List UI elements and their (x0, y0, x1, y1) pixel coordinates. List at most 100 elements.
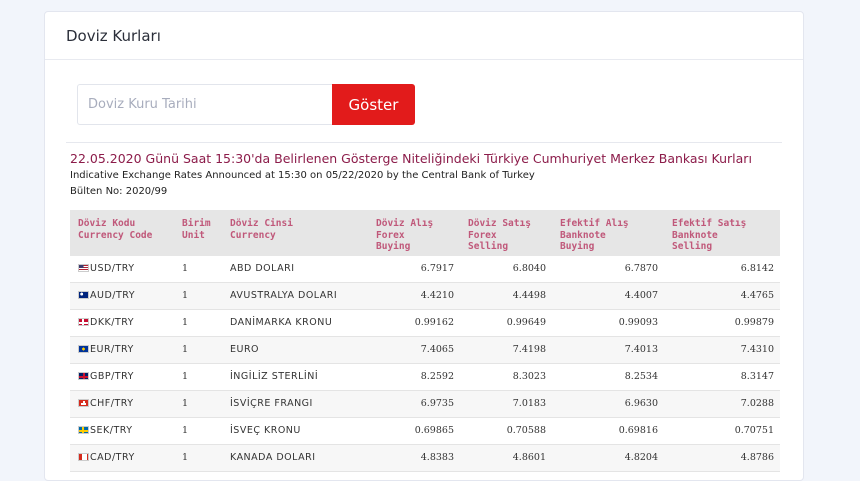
date-input[interactable] (77, 84, 332, 125)
header-line: Efektif Satış (672, 218, 747, 229)
cell-forex-selling: 0.70588 (460, 417, 552, 445)
currency-code-text: USD/TRY (90, 263, 135, 274)
cell-forex-selling: 4.4498 (460, 282, 552, 310)
gb-flag-icon (78, 371, 89, 380)
cell-forex-selling: 6.8040 (460, 255, 552, 283)
header-line: Döviz Satış (468, 218, 531, 229)
dk-flag-icon (78, 317, 89, 326)
header-forex-selling: Döviz Satış Forex Selling (460, 210, 552, 256)
divider (66, 142, 782, 143)
cell-currency-name: AVUSTRALYA DOLARI (222, 282, 368, 310)
currency-code-text: DKK/TRY (90, 317, 135, 328)
header-line: Banknote (560, 229, 606, 241)
currency-code-text: AUD/TRY (90, 290, 136, 301)
cell-banknote-buying: 6.9630 (552, 390, 664, 418)
cell-currency-code: AUD/TRY (70, 282, 174, 310)
currency-code-text: SEK/TRY (90, 425, 133, 436)
cell-unit: 1 (174, 336, 222, 364)
ca-flag-icon (78, 452, 89, 461)
cell-currency-code: EUR/TRY (70, 336, 174, 364)
cell-currency-code: CHF/TRY (70, 390, 174, 418)
currency-code-text: EUR/TRY (90, 344, 134, 355)
exchange-rates-table: Döviz Kodu Currency Code Birim Unit Döviz Ci… (70, 210, 780, 472)
cell-banknote-buying: 0.69816 (552, 417, 664, 445)
cell-banknote-selling: 8.3147 (664, 363, 780, 391)
table-row: SEK/TRY 1 İSVEÇ KRONU 0.69865 0.70588 0.69816… (70, 417, 780, 445)
cell-currency-name: KANADA DOLARI (222, 444, 368, 472)
cell-forex-buying: 0.99162 (368, 309, 460, 337)
au-flag-icon (78, 290, 89, 299)
header-banknote-selling: Efektif Satış Banknote Selling (664, 210, 780, 256)
card-title: Doviz Kurları (66, 26, 161, 45)
cell-banknote-selling: 7.0288 (664, 390, 780, 418)
header-line: Döviz Cinsi (230, 218, 293, 229)
cell-unit: 1 (174, 417, 222, 445)
table-row: USD/TRY 1 ABD DOLARI 6.7917 6.8040 6.7870 6.81… (70, 255, 780, 283)
header-line: Döviz Kodu (78, 218, 136, 229)
cell-currency-name: İNGİLİZ STERLİNİ (222, 363, 368, 391)
cell-forex-selling: 7.4198 (460, 336, 552, 364)
cell-forex-buying: 8.2592 (368, 363, 460, 391)
header-unit: Birim Unit (174, 210, 222, 256)
cell-currency-name: İSVİÇRE FRANGI (222, 390, 368, 418)
cell-banknote-buying: 8.2534 (552, 363, 664, 391)
date-search-form: Göster (77, 84, 415, 125)
eu-flag-icon (78, 344, 89, 353)
currency-code-text: CHF/TRY (90, 398, 134, 409)
exchange-rates-card: Doviz Kurları Göster 22.05.2020 Günü Saa… (44, 11, 804, 481)
cell-banknote-selling: 4.8786 (664, 444, 780, 472)
cell-currency-code: GBP/TRY (70, 363, 174, 391)
cell-forex-selling: 8.3023 (460, 363, 552, 391)
cell-forex-buying: 0.69865 (368, 417, 460, 445)
header-line: Forex (468, 229, 497, 241)
header-line: Forex (376, 229, 405, 241)
bulletin-title: 22.05.2020 Günü Saat 15:30'da Belirlenen… (70, 151, 752, 166)
cell-currency-name: DANİMARKA KRONU (222, 309, 368, 337)
cell-forex-buying: 6.9735 (368, 390, 460, 418)
cell-forex-buying: 7.4065 (368, 336, 460, 364)
header-line: Efektif Alış (560, 218, 629, 229)
cell-currency-code: DKK/TRY (70, 309, 174, 337)
show-button[interactable]: Göster (332, 84, 415, 125)
bulletin-subtitle: Indicative Exchange Rates Announced at 1… (70, 170, 535, 181)
header-line: Döviz Alış (376, 218, 434, 229)
header-line: Currency Code (78, 229, 153, 241)
table-row: CHF/TRY 1 İSVİÇRE FRANGI 6.9735 7.0183 6.9630… (70, 390, 780, 418)
cell-banknote-selling: 0.70751 (664, 417, 780, 445)
table-row: GBP/TRY 1 İNGİLİZ STERLİNİ 8.2592 8.3023 8.25… (70, 363, 780, 391)
cell-banknote-buying: 4.4007 (552, 282, 664, 310)
cell-currency-name: ABD DOLARI (222, 255, 368, 283)
cell-forex-buying: 4.4210 (368, 282, 460, 310)
table-body: USD/TRY 1 ABD DOLARI 6.7917 6.8040 6.7870 6.81… (70, 255, 780, 472)
bulletin-number: Bülten No: 2020/99 (70, 186, 168, 197)
table-header-row: Döviz Kodu Currency Code Birim Unit Döviz Ci… (70, 210, 780, 256)
header-line: Currency (230, 229, 276, 241)
cell-banknote-buying: 0.99093 (552, 309, 664, 337)
header-forex-buying: Döviz Alış Forex Buying (368, 210, 460, 256)
header-line: Birim (182, 218, 211, 229)
cell-unit: 1 (174, 282, 222, 310)
ch-flag-icon (78, 398, 89, 407)
table-row: DKK/TRY 1 DANİMARKA KRONU 0.99162 0.99649 0.9… (70, 309, 780, 337)
cell-banknote-selling: 7.4310 (664, 336, 780, 364)
cell-banknote-buying: 6.7870 (552, 255, 664, 283)
cell-forex-buying: 6.7917 (368, 255, 460, 283)
cell-banknote-buying: 7.4013 (552, 336, 664, 364)
se-flag-icon (78, 425, 89, 434)
cell-banknote-selling: 6.8142 (664, 255, 780, 283)
cell-forex-buying: 4.8383 (368, 444, 460, 472)
cell-unit: 1 (174, 390, 222, 418)
us-flag-icon (78, 263, 89, 272)
cell-banknote-selling: 0.99879 (664, 309, 780, 337)
cell-unit: 1 (174, 363, 222, 391)
header-banknote-buying: Efektif Alış Banknote Buying (552, 210, 664, 256)
card-header: Doviz Kurları (45, 12, 803, 60)
bulletin-info: 22.05.2020 Günü Saat 15:30'da Belirlenen… (70, 151, 770, 199)
currency-code-text: CAD/TRY (90, 452, 135, 463)
cell-banknote-buying: 4.8204 (552, 444, 664, 472)
header-line: Banknote (672, 229, 718, 241)
header-currency-code: Döviz Kodu Currency Code (70, 210, 174, 256)
header-line: Selling (672, 241, 713, 252)
cell-currency-code: SEK/TRY (70, 417, 174, 445)
cell-forex-selling: 7.0183 (460, 390, 552, 418)
